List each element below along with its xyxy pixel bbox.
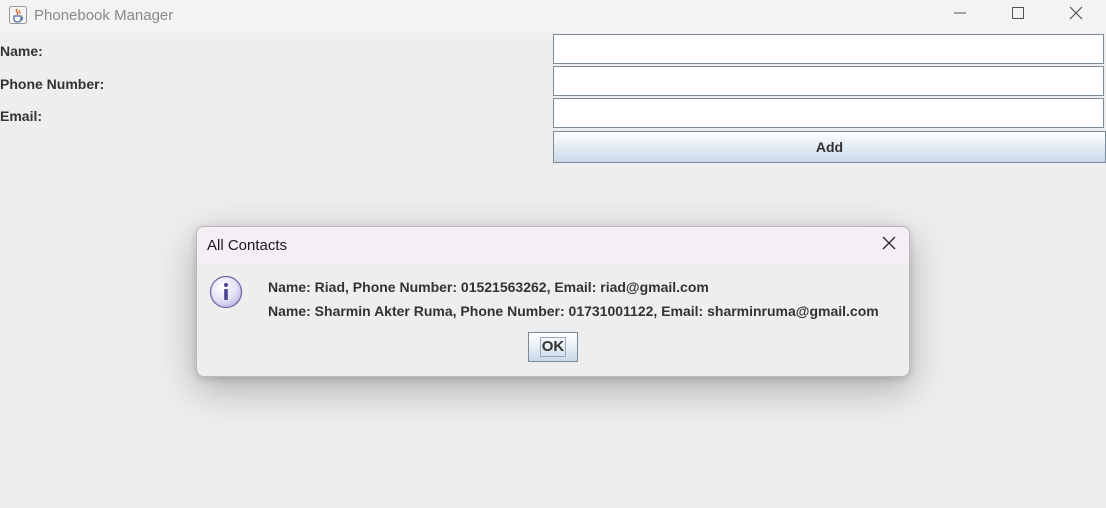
minimize-button[interactable] (931, 0, 989, 30)
name-label: Name: (0, 43, 43, 59)
ok-button[interactable]: OK (528, 332, 578, 362)
dialog-close-button[interactable] (877, 234, 901, 256)
close-icon (1069, 6, 1083, 25)
name-field[interactable] (553, 34, 1104, 64)
email-label: Email: (0, 108, 43, 124)
contact-line: Name: Sharmin Akter Ruma, Phone Number: … (268, 303, 879, 319)
ok-button-label: OK (539, 337, 567, 357)
info-icon (209, 275, 243, 309)
email-field[interactable] (553, 98, 1104, 128)
dialog-title: All Contacts (207, 237, 288, 254)
window-title: Phonebook Manager (34, 7, 174, 24)
maximize-icon (1012, 6, 1024, 24)
contact-line: Name: Riad, Phone Number: 01521563262, E… (268, 279, 709, 295)
window-titlebar[interactable]: Phonebook Manager (0, 0, 1106, 33)
phonebook-window: Phonebook Manager Name: Phone Number: Em… (0, 0, 1106, 508)
dialog-titlebar[interactable]: All Contacts (197, 227, 909, 263)
close-window-button[interactable] (1047, 0, 1105, 30)
add-button[interactable]: Add (553, 131, 1106, 163)
minimize-icon (954, 6, 966, 24)
all-contacts-dialog: All Contacts Name: Riad, Phone Number: 0… (196, 226, 910, 377)
phone-number-field[interactable] (553, 66, 1104, 96)
phone-number-label: Phone Number: (0, 76, 105, 92)
close-icon (882, 236, 896, 255)
java-coffee-icon (9, 6, 27, 24)
maximize-button[interactable] (989, 0, 1047, 30)
